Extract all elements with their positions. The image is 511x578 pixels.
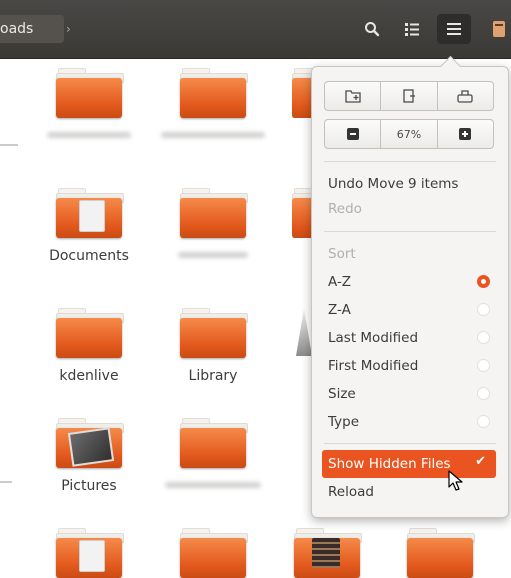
folder-icon	[292, 68, 312, 118]
folder-item[interactable]	[158, 188, 268, 258]
folder-item-selected[interactable]: Do	[272, 188, 312, 238]
new-tab-icon	[403, 89, 415, 103]
folder-item-pictures[interactable]: Pictures	[34, 418, 144, 494]
folder-label: Documents	[49, 248, 129, 264]
checkmark-icon: ✔	[475, 454, 486, 469]
radio-icon	[477, 415, 490, 428]
action-button-row	[324, 81, 494, 111]
folder-item-library[interactable]: Library	[158, 308, 268, 384]
blurred-label	[47, 132, 131, 138]
music-icon	[296, 308, 312, 356]
header-bar: oads ›	[0, 0, 511, 59]
folder-icon	[56, 308, 124, 358]
new-folder-button[interactable]	[324, 81, 382, 111]
radio-icon	[477, 331, 490, 344]
list-view-icon	[405, 23, 419, 36]
partial-item-label	[0, 144, 18, 146]
pictures-folder-icon	[56, 418, 124, 468]
mouse-cursor-icon	[448, 470, 463, 491]
radio-icon	[477, 359, 490, 372]
bookmark-button[interactable]	[437, 81, 494, 111]
view-toggle-button[interactable]	[395, 14, 429, 44]
zoom-in-button[interactable]	[437, 119, 494, 149]
sort-option-label: Last Modified	[328, 330, 419, 346]
sort-option-type[interactable]: Type	[328, 411, 494, 433]
undo-menu-item[interactable]: Undo Move 9 items	[328, 173, 494, 195]
folder-item[interactable]: ME	[272, 308, 312, 358]
folder-icon	[292, 188, 312, 238]
folder-label: Pictures	[61, 478, 117, 494]
folder-item[interactable]	[34, 68, 144, 138]
window-icon	[493, 21, 505, 37]
hamburger-menu-icon	[447, 23, 461, 35]
sort-option-size[interactable]: Size	[328, 383, 494, 405]
plus-icon	[459, 128, 472, 140]
folder-icon	[56, 68, 124, 118]
show-hidden-files-item[interactable]: Show Hidden Files ✔	[322, 450, 496, 478]
app-menu-popover: 67% Undo Move 9 items Redo Sort A-Z Z-A …	[311, 55, 509, 518]
blurred-label	[178, 252, 248, 258]
folder-item[interactable]	[158, 68, 268, 138]
sort-header: Sort	[328, 246, 356, 262]
folder-icon	[180, 68, 248, 118]
folder-item[interactable]	[158, 418, 268, 488]
blurred-label	[165, 482, 261, 488]
separator	[324, 231, 496, 232]
blurred-label	[161, 132, 265, 138]
zoom-out-button[interactable]	[324, 119, 382, 149]
breadcrumb-next-arrow[interactable]: ›	[66, 15, 80, 43]
separator	[324, 443, 496, 444]
new-tab-button[interactable]	[381, 81, 438, 111]
new-folder-icon	[345, 90, 361, 103]
bookmark-icon	[457, 90, 473, 103]
zoom-control-row: 67%	[324, 119, 494, 149]
minus-icon	[346, 128, 359, 140]
radio-selected-icon	[477, 275, 490, 288]
search-icon	[365, 22, 380, 37]
folder-item[interactable]: C L	[272, 68, 312, 118]
menu-button[interactable]	[437, 14, 471, 44]
search-button[interactable]	[355, 14, 389, 44]
show-hidden-files-label: Show Hidden Files	[328, 456, 451, 472]
sort-option-label: Size	[328, 386, 356, 402]
sort-option-last-modified[interactable]: Last Modified	[328, 327, 494, 349]
zoom-level[interactable]: 67%	[381, 119, 438, 149]
redo-menu-item[interactable]: Redo	[328, 198, 494, 220]
folder-item-documents[interactable]: Documents	[34, 188, 144, 264]
folder-icon	[180, 418, 248, 468]
folder-label: Library	[188, 368, 238, 384]
sort-option-label: Z-A	[328, 302, 351, 318]
folder-icon	[180, 188, 248, 238]
reload-menu-item[interactable]: Reload	[328, 481, 494, 503]
window-corner-button[interactable]	[486, 14, 511, 44]
documents-folder-icon	[56, 188, 124, 238]
radio-icon	[477, 303, 490, 316]
breadcrumb-current[interactable]: oads	[0, 15, 64, 43]
folder-icon	[180, 308, 248, 358]
sort-option-first-modified[interactable]: First Modified	[328, 355, 494, 377]
sort-option-label: First Modified	[328, 358, 419, 374]
sort-option-a-z[interactable]: A-Z	[328, 271, 494, 293]
radio-icon	[477, 387, 490, 400]
sort-option-label: Type	[328, 414, 360, 430]
separator	[324, 161, 496, 162]
folder-item-kdenlive[interactable]: kdenlive	[34, 308, 144, 384]
sort-option-label: A-Z	[328, 274, 352, 290]
partial-item-label	[0, 481, 12, 483]
sort-option-z-a[interactable]: Z-A	[328, 299, 494, 321]
folder-label: kdenlive	[59, 368, 119, 384]
